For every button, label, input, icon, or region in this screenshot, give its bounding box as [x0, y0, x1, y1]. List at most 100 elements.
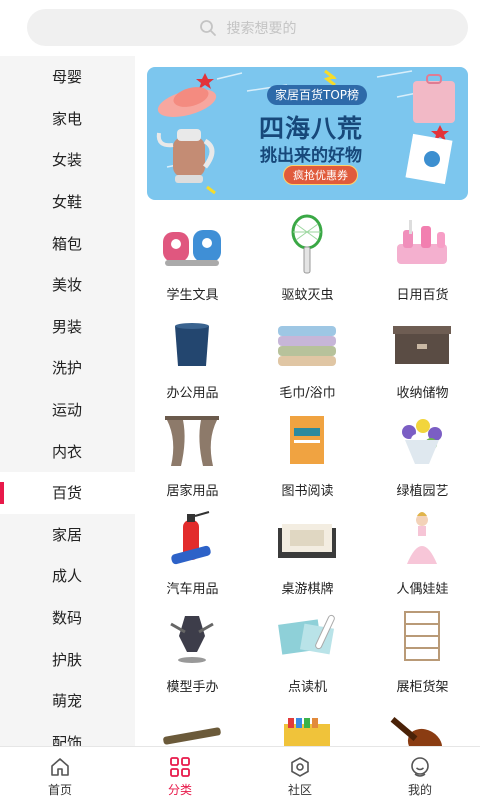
sidebar-item[interactable]: 箱包 [0, 222, 135, 264]
subcategory-label: 绿植园艺 [396, 484, 449, 499]
subcategory-item[interactable]: 收纳储物 [365, 310, 480, 408]
subcategory-label: 汽车用品 [166, 582, 219, 597]
subcategory-item[interactable]: 毛巾/浴巾 [250, 310, 365, 408]
pen-holder-icon [157, 312, 227, 372]
sidebar-item-label: 洗护 [52, 359, 83, 378]
subcategory-label: 毛巾/浴巾 [279, 386, 336, 401]
tab-home-label: 首页 [47, 783, 72, 797]
sidebar-item[interactable]: 运动 [0, 389, 135, 431]
flute-icon [157, 704, 227, 746]
sidebar-item[interactable]: 萌宠 [0, 680, 135, 722]
sidebar-item-label: 箱包 [52, 234, 83, 253]
subcategory-label: 人偶娃娃 [396, 582, 449, 597]
sidebar-item[interactable]: 成人 [0, 555, 135, 597]
sidebar-item-label: 家电 [52, 109, 83, 128]
violin-icon [387, 704, 457, 746]
crayons-icon [272, 704, 342, 746]
flower-bouquet-icon [387, 410, 457, 470]
search-placeholder: 搜索想要的 [226, 20, 297, 37]
toothbrush-holder-icon [387, 214, 457, 274]
sidebar-item-label: 美妆 [52, 276, 83, 295]
sidebar-item-label: 母婴 [52, 68, 83, 87]
subcategory-label: 日用百货 [396, 288, 449, 303]
sidebar-item[interactable]: 数码 [0, 597, 135, 639]
sidebar-item[interactable]: 美妆 [0, 264, 135, 306]
coupon-button[interactable]: 疯抢优惠券 [283, 165, 358, 185]
subcategory-item[interactable]: 图书阅读 [250, 408, 365, 506]
subcategory-label: 居家用品 [166, 484, 219, 499]
subcategory-label: 收纳储物 [396, 386, 449, 401]
subcategory-item[interactable] [250, 702, 365, 746]
storage-box-icon [387, 312, 457, 372]
search-input[interactable]: 搜索想要的 [27, 9, 468, 46]
sidebar-item[interactable]: 家电 [0, 98, 135, 140]
profile-face-icon [411, 757, 429, 777]
subcategory-label: 展柜货架 [396, 680, 449, 695]
community-hexagon-icon [291, 757, 309, 777]
promo-banner[interactable]: 家居百货TOP榜 四海八荒 挑出来的好物 疯抢优惠券 [147, 67, 468, 200]
home-icon [51, 758, 69, 776]
doll-icon [387, 508, 457, 568]
tab-category-label: 分类 [167, 783, 192, 797]
category-content: 家居百货TOP榜 四海八荒 挑出来的好物 疯抢优惠券 学生文具 驱蚊灭虫 日用百货办… [135, 56, 480, 746]
subcategory-item[interactable] [365, 702, 480, 746]
category-sidebar: 母婴家电女装女鞋箱包美妆男装洗护运动内衣 百货家居成人数码护肤萌宠配饰 [0, 56, 135, 746]
sidebar-item[interactable]: 女装 [0, 139, 135, 181]
subcategory-label: 点读机 [287, 680, 327, 695]
search-bar: 搜索想要的 [0, 0, 480, 56]
subcategory-label: 模型手办 [166, 680, 219, 695]
banner-subtitle: 挑出来的好物 [260, 146, 362, 166]
sidebar-item[interactable]: 女鞋 [0, 181, 135, 223]
sidebar-item-label: 数码 [52, 609, 83, 628]
subcategory-item[interactable]: 模型手办 [135, 604, 250, 702]
banner-tag: 家居百货TOP榜 [267, 85, 368, 105]
sidebar-item[interactable]: 男装 [0, 306, 135, 348]
sidebar-item-label: 男装 [52, 317, 83, 336]
sidebar-item[interactable]: 家居 [0, 514, 135, 556]
sidebar-item-label: 运动 [52, 401, 83, 420]
subcategory-item[interactable]: 桌游棋牌 [250, 506, 365, 604]
sidebar-item-label: 成人 [52, 567, 83, 586]
subcategory-item[interactable]: 办公用品 [135, 310, 250, 408]
subcategory-item[interactable]: 日用百货 [365, 212, 480, 310]
subcategory-item[interactable]: 驱蚊灭虫 [250, 212, 365, 310]
sidebar-item[interactable]: 母婴 [0, 56, 135, 98]
bottom-tab-bar: 首页 分类 社区 我的 [0, 746, 480, 800]
banner-title: 四海八荒 [258, 114, 363, 143]
subcategory-item[interactable]: 汽车用品 [135, 506, 250, 604]
tab-mine[interactable]: 我的 [360, 747, 480, 800]
sidebar-item[interactable]: 护肤 [0, 638, 135, 680]
tab-community[interactable]: 社区 [240, 747, 360, 800]
subcategory-label: 办公用品 [166, 386, 219, 401]
tab-mine-label: 我的 [407, 783, 432, 797]
sidebar-item[interactable]: 洗护 [0, 347, 135, 389]
figure-icon [157, 606, 227, 666]
sidebar-item-label: 家居 [52, 525, 83, 544]
tab-category[interactable]: 分类 [120, 747, 240, 800]
towel-stack-icon [272, 312, 342, 372]
subcategory-item[interactable]: 绿植园艺 [365, 408, 480, 506]
sidebar-item-label: 配饰 [52, 733, 83, 746]
subcategory-item[interactable]: 点读机 [250, 604, 365, 702]
tab-community-label: 社区 [287, 783, 312, 797]
reading-pen-icon [272, 606, 342, 666]
book-icon [272, 410, 342, 470]
search-icon [199, 19, 216, 36]
subcategory-item[interactable]: 学生文具 [135, 212, 250, 310]
sidebar-item[interactable]: 内衣 [0, 430, 135, 472]
board-game-icon [272, 508, 342, 568]
subcategory-item[interactable]: 人偶娃娃 [365, 506, 480, 604]
subcategory-item[interactable]: 居家用品 [135, 408, 250, 506]
sidebar-item-label: 护肤 [52, 650, 83, 669]
subcategory-label: 桌游棋牌 [281, 582, 334, 597]
sidebar-item[interactable]: 百货 [0, 471, 135, 514]
fire-extinguisher-icon [157, 508, 227, 568]
tab-home[interactable]: 首页 [0, 747, 120, 800]
subcategory-label: 学生文具 [166, 288, 219, 303]
sidebar-item-label: 女装 [52, 151, 83, 170]
category-grid-icon [170, 757, 190, 777]
subcategory-label: 驱蚊灭虫 [281, 288, 334, 303]
subcategory-item[interactable]: 展柜货架 [365, 604, 480, 702]
subcategory-item[interactable] [135, 702, 250, 746]
sidebar-item[interactable]: 配饰 [0, 722, 135, 746]
